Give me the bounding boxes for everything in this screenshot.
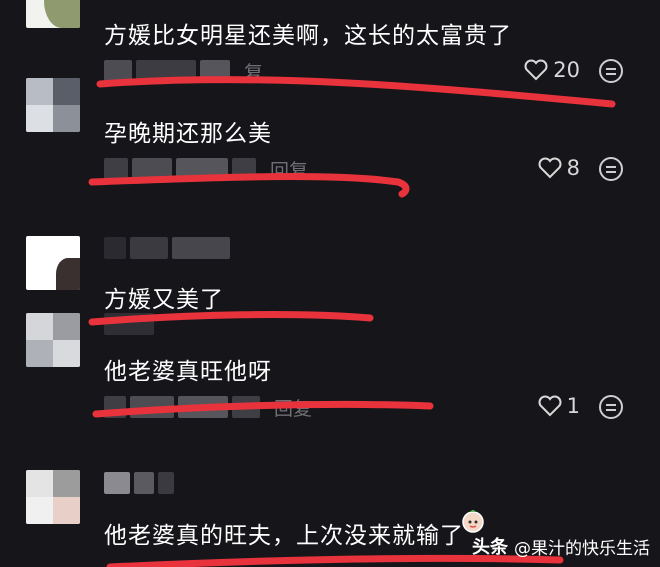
peach-emoji-icon — [462, 510, 484, 533]
watermark-account: @果汁的快乐生活 — [514, 538, 650, 559]
comment-text: 方媛又美了 — [104, 287, 224, 313]
like-button[interactable]: 20 — [523, 58, 580, 82]
more-options-icon[interactable] — [598, 156, 624, 182]
comment-meta: 回复 — [104, 156, 308, 183]
avatar[interactable] — [26, 78, 80, 132]
underline-5 — [106, 554, 564, 567]
watermark: 头条 @果汁的快乐生活 — [462, 510, 650, 559]
username[interactable] — [104, 237, 230, 259]
heart-icon — [538, 395, 562, 417]
like-count: 20 — [553, 58, 580, 82]
more-options-icon[interactable] — [598, 58, 624, 84]
username[interactable] — [104, 313, 154, 335]
comment-text: 他老婆真的旺夫，上次没来就输了 — [104, 523, 464, 549]
reply-button[interactable]: 回复 — [274, 394, 312, 421]
comment-meta: 复 — [104, 58, 263, 85]
like-button[interactable]: 1 — [537, 394, 580, 418]
watermark-brand: 头条 — [472, 537, 508, 558]
username[interactable] — [104, 472, 174, 494]
comment-meta: 回复 — [104, 394, 312, 421]
comment-text: 方媛比女明星还美啊，这长的太富贵了 — [104, 23, 512, 49]
like-count: 8 — [566, 156, 580, 180]
like-count: 1 — [566, 394, 580, 418]
avatar[interactable] — [26, 0, 80, 28]
red-underline-annotations — [88, 76, 616, 567]
reply-button[interactable]: 复 — [244, 58, 263, 85]
more-options-icon[interactable] — [598, 394, 624, 420]
underline-1 — [96, 76, 616, 108]
reply-button[interactable]: 回复 — [270, 156, 308, 183]
avatar[interactable] — [26, 236, 80, 290]
avatar[interactable] — [26, 470, 80, 524]
comment-text: 他老婆真旺他呀 — [104, 359, 272, 385]
comment-text: 孕晚期还那么美 — [104, 121, 272, 147]
like-button[interactable]: 8 — [537, 156, 580, 180]
heart-icon — [524, 59, 548, 81]
avatar[interactable] — [26, 313, 80, 367]
heart-icon — [538, 157, 562, 179]
